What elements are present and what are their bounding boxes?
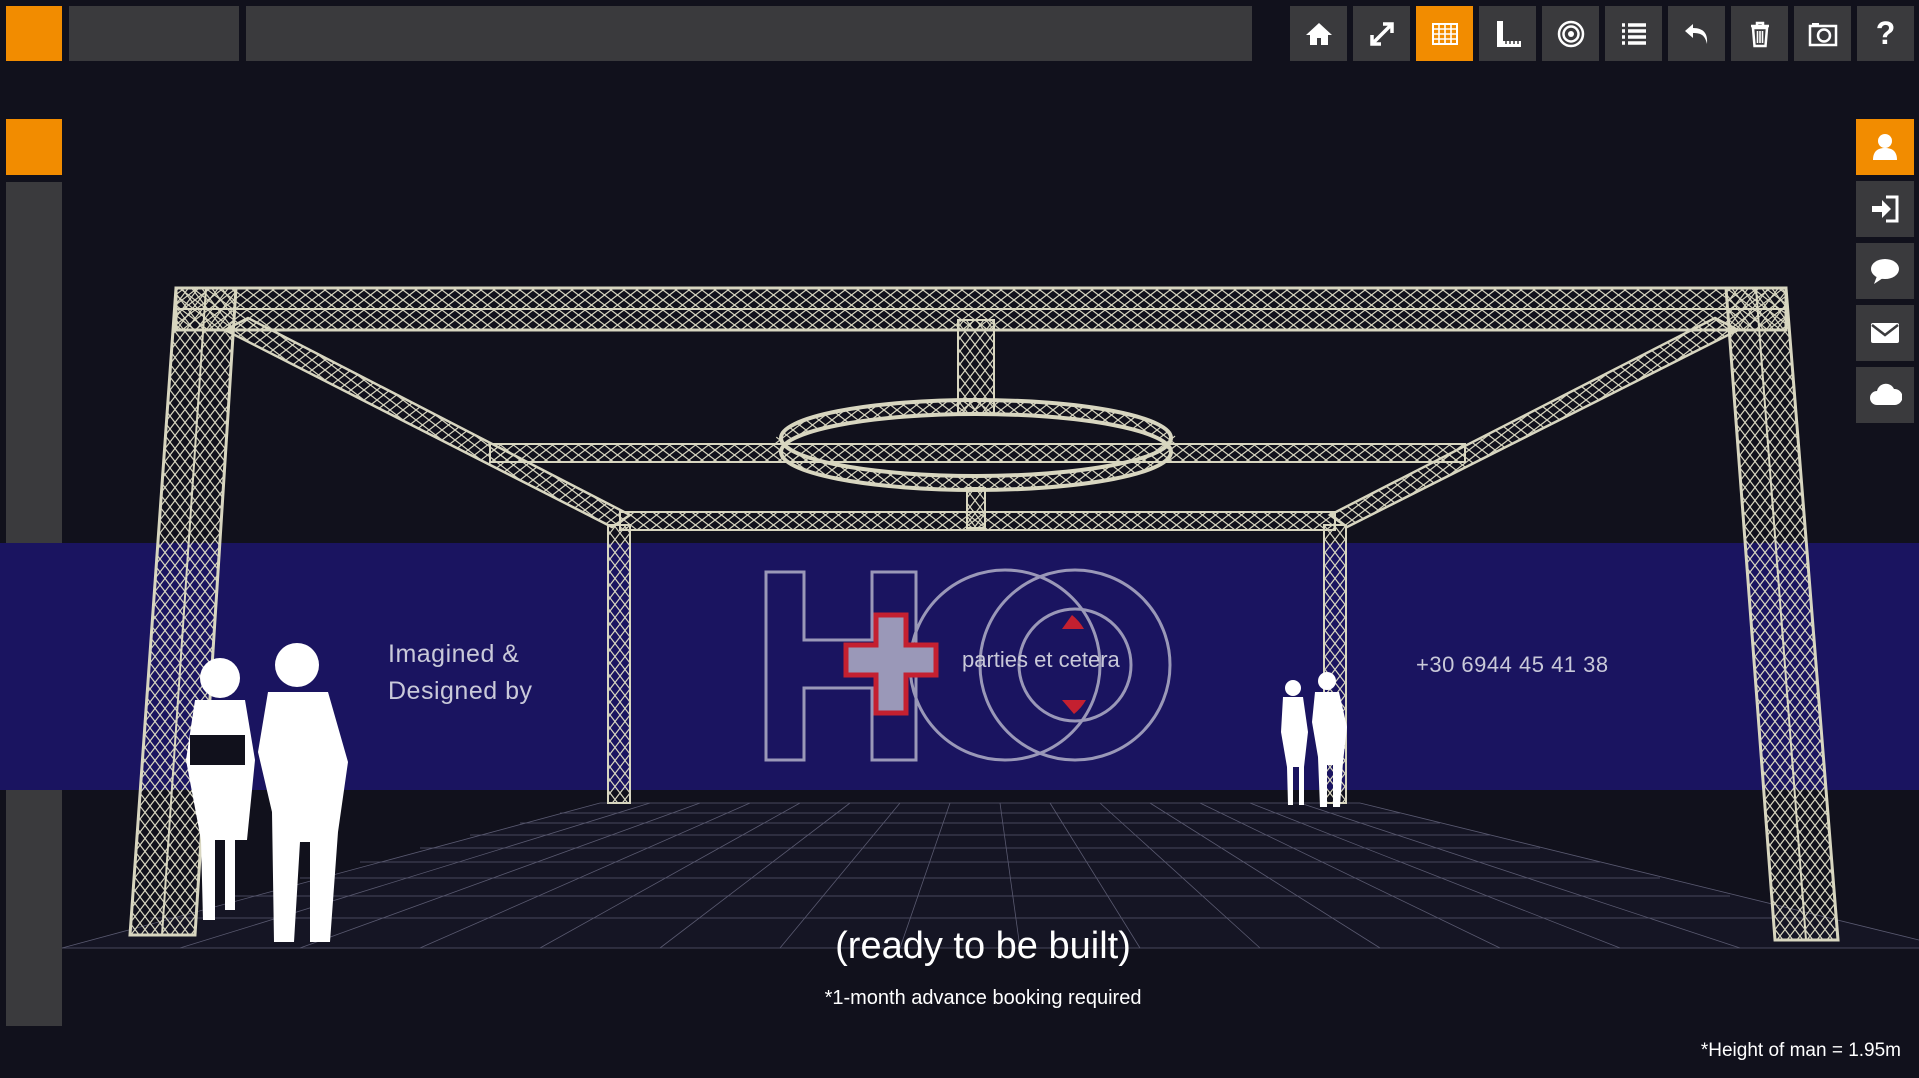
home-button[interactable] <box>1290 6 1347 61</box>
front-truss-beam <box>174 286 1788 332</box>
user-button[interactable] <box>1856 119 1914 175</box>
circular-truss <box>774 319 1178 529</box>
target-button[interactable] <box>1542 6 1599 61</box>
grid-icon <box>1431 22 1458 45</box>
user-icon <box>1873 134 1897 160</box>
designer-credit: Imagined & Designed by <box>388 636 532 710</box>
mail-icon <box>1871 323 1899 343</box>
back-truss-beam <box>619 511 1336 531</box>
phone-number: +30 6944 45 41 38 <box>1416 652 1609 677</box>
cloud-icon <box>1870 383 1902 405</box>
booking-note: *1-month advance booking required <box>824 987 1142 1009</box>
logo-red-accent-bottom <box>1062 700 1086 714</box>
ready-caption: (ready to be built) <box>835 925 1131 967</box>
measure-button[interactable] <box>1479 6 1536 61</box>
login-icon <box>1872 195 1899 223</box>
undo-button[interactable] <box>1668 6 1725 61</box>
left-side-panel <box>6 182 62 1026</box>
brand-tagline: parties et cetera <box>962 647 1120 672</box>
camera-icon <box>1808 22 1837 46</box>
undo-icon <box>1684 23 1707 44</box>
delete-button[interactable] <box>1731 6 1788 61</box>
expand-icon <box>1369 21 1394 46</box>
designer-credit-line2: Designed by <box>388 677 533 705</box>
project-title-field[interactable] <box>69 6 239 61</box>
top-info-bar <box>246 6 1252 61</box>
back-wall <box>0 543 1919 790</box>
red-cross-logo <box>843 612 939 716</box>
list-icon <box>1621 22 1646 45</box>
side-truss-beams <box>222 316 1741 529</box>
ruler-icon <box>1496 20 1521 47</box>
target-icon <box>1557 20 1584 47</box>
designer-credit-line1: Imagined & <box>388 640 520 668</box>
screenshot-button[interactable] <box>1794 6 1851 61</box>
toolbar: ? <box>1290 6 1914 61</box>
login-button[interactable] <box>1856 181 1914 237</box>
cloud-button[interactable] <box>1856 367 1914 423</box>
people-silhouettes-front <box>186 643 348 942</box>
height-note: *Height of man = 1.95m <box>1700 1040 1901 1061</box>
list-button[interactable] <box>1605 6 1662 61</box>
mail-button[interactable] <box>1856 305 1914 361</box>
fullscreen-button[interactable] <box>1353 6 1410 61</box>
chat-icon <box>1871 259 1899 284</box>
side-panel-toggle-button[interactable] <box>6 119 62 175</box>
help-icon: ? <box>1875 15 1896 51</box>
help-button[interactable]: ? <box>1857 6 1914 61</box>
grid-button[interactable] <box>1416 6 1473 61</box>
people-silhouettes-back <box>1281 672 1347 807</box>
truss-3d-viewport <box>0 286 1919 949</box>
chat-button[interactable] <box>1856 243 1914 299</box>
front-truss-legs <box>128 286 1840 942</box>
right-side-panel <box>1856 119 1914 423</box>
logo-red-accent-top <box>1062 615 1084 629</box>
menu-toggle-button[interactable] <box>6 6 62 61</box>
trash-icon <box>1750 21 1769 47</box>
middle-truss-beam <box>489 443 1466 463</box>
home-icon <box>1305 22 1332 45</box>
